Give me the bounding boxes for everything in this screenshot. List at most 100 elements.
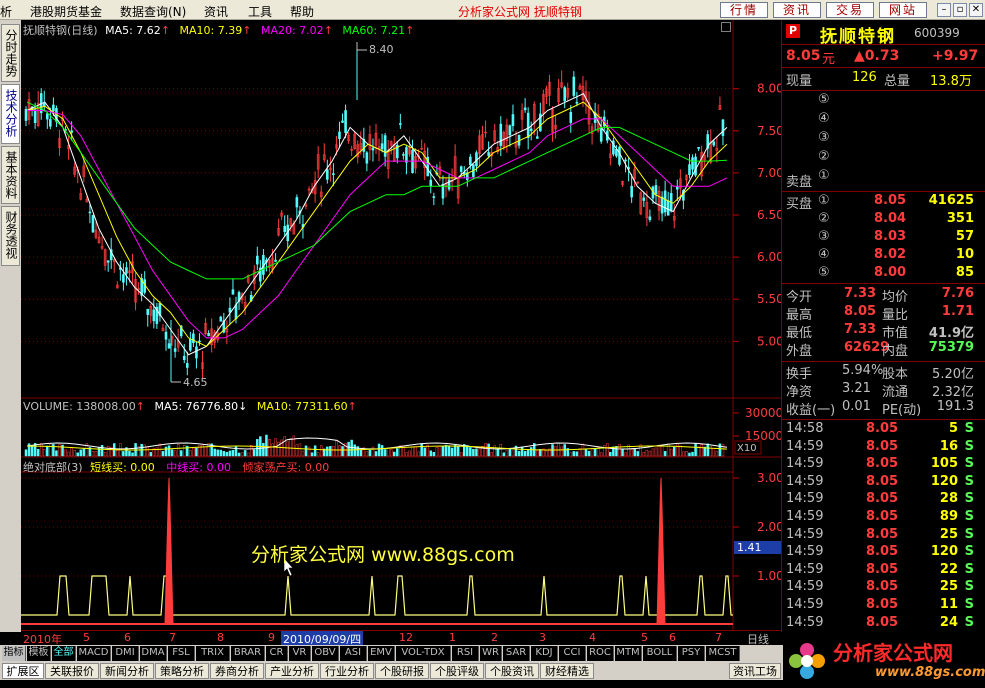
- volume-bar: [587, 450, 591, 457]
- tick-row: 14:59 8.05 120 S: [782, 474, 985, 492]
- quote-button[interactable]: 行情: [720, 2, 768, 18]
- volume-bar: [417, 451, 420, 457]
- indicator-tab[interactable]: SAR: [503, 646, 530, 661]
- tick-row: 14:59 8.05 22 S: [782, 562, 985, 580]
- indicator-tab[interactable]: CCI: [559, 646, 586, 661]
- tick-volume: 5: [948, 421, 958, 436]
- info-workshop-tab[interactable]: 资讯工场: [729, 663, 781, 679]
- menu-item-help[interactable]: 帮助: [290, 3, 314, 20]
- bottom-tab[interactable]: 个股资讯: [485, 663, 539, 679]
- bottom-tab[interactable]: 财经精选: [540, 663, 594, 679]
- indicator-tab[interactable]: WR: [480, 646, 502, 661]
- tick-price: 8.05: [866, 421, 899, 436]
- indicator-tab[interactable]: DMA: [140, 646, 167, 661]
- volume-bar: [636, 451, 639, 457]
- tick-side: S: [964, 614, 974, 630]
- indicator-tab[interactable]: 指标: [2, 646, 26, 661]
- candle-body: [572, 76, 576, 96]
- tick-row: 14:59 8.05 89 S: [782, 509, 985, 527]
- ma60-up-arrow: ↑: [405, 24, 415, 37]
- volume-bar: [377, 443, 381, 457]
- indicator-tab[interactable]: 全部: [52, 646, 76, 661]
- indicator-tab[interactable]: CR: [266, 646, 288, 661]
- candle-body: [402, 154, 405, 156]
- indicator-tab[interactable]: MTM: [615, 646, 642, 661]
- indicator-tab[interactable]: PSY: [678, 646, 705, 661]
- stat-row: 外盘 62629 内盘 75379: [782, 340, 985, 359]
- candle-body: [164, 331, 168, 340]
- menu-item-analysis[interactable]: 析: [0, 3, 12, 20]
- indicator-tab[interactable]: VOL-TDX: [396, 646, 451, 661]
- ma20-up-arrow: ↑: [323, 24, 333, 37]
- close-icon[interactable]: ✕: [969, 3, 983, 17]
- bottom-tab[interactable]: 行业分析: [320, 663, 374, 679]
- indicator-tab[interactable]: TRIX: [196, 646, 230, 661]
- volume-bar: [529, 447, 533, 457]
- bottom-tab[interactable]: 关联报价: [45, 663, 99, 679]
- now-vol: 126: [852, 70, 877, 85]
- menu-item-tools[interactable]: 工具: [248, 3, 272, 20]
- news-button[interactable]: 资讯: [773, 2, 821, 18]
- indicator-short-buy: 短线买: 0.00: [90, 461, 155, 474]
- indicator-tab[interactable]: ROC: [587, 646, 614, 661]
- minimize-icon[interactable]: –: [937, 3, 951, 17]
- candle-body: [256, 255, 259, 265]
- menu-item-hk-futures[interactable]: 港股期货基金: [30, 3, 102, 20]
- volume-bar: [243, 450, 247, 457]
- indicator-tab[interactable]: MACD: [77, 646, 111, 661]
- chart-area[interactable]: 8.00 7.50 7.00 6.50 6.00 5.50 5.00 30000 15000 3.…: [21, 20, 781, 632]
- buy-label: 买盘: [786, 197, 813, 212]
- chart-options-icon[interactable]: [721, 22, 731, 32]
- bottom-tab[interactable]: 个股评级: [430, 663, 484, 679]
- date-3: 3: [539, 631, 546, 644]
- restore-icon[interactable]: ▫: [953, 3, 967, 17]
- volume-bar: [511, 450, 515, 457]
- website-button[interactable]: 网站: [879, 2, 927, 18]
- indicator-value-text: 1.41: [737, 541, 762, 554]
- site-logo: 分析家公式网 www.88gs.com: [783, 633, 985, 688]
- tab-technical-label: 技术分析: [4, 89, 18, 137]
- bottom-tab[interactable]: 产业分析: [265, 663, 319, 679]
- ma-line-ma60: [26, 101, 728, 280]
- bottom-tab[interactable]: 策略分析: [155, 663, 209, 679]
- tab-technical[interactable]: 技术分析: [1, 84, 20, 144]
- indicator-tab[interactable]: EMV: [368, 646, 395, 661]
- stat-label: 最低: [786, 326, 813, 341]
- volume-bar: [456, 446, 460, 457]
- indicator-tab[interactable]: KDJ: [531, 646, 558, 661]
- indicator-name: 绝对底部(3): [23, 461, 83, 474]
- volume-bar: [368, 449, 372, 457]
- tab-financials[interactable]: 财务透视: [1, 206, 20, 266]
- menu-item-news[interactable]: 资讯: [204, 3, 228, 20]
- bottom-tab[interactable]: 个股研报: [375, 663, 429, 679]
- menu-item-data-query[interactable]: 数据查询(N): [120, 3, 186, 20]
- indicator-tab[interactable]: BRAR: [231, 646, 265, 661]
- indicator-tab[interactable]: BOLL: [643, 646, 677, 661]
- volume-bar: [676, 443, 679, 457]
- bottom-tab[interactable]: 新闻分析: [100, 663, 154, 679]
- indicator-tab[interactable]: MCST: [706, 646, 740, 661]
- indicator-tab[interactable]: FSL: [168, 646, 195, 661]
- bottom-tab[interactable]: 扩展区: [2, 663, 44, 679]
- indicator-tab[interactable]: ASI: [340, 646, 367, 661]
- trade-button[interactable]: 交易: [826, 2, 874, 18]
- indicator-tab[interactable]: RSI: [452, 646, 479, 661]
- candle-body: [207, 332, 210, 337]
- indicator-tab[interactable]: DMI: [112, 646, 139, 661]
- tick-list[interactable]: 14:58 8.05 5 S 14:59 8.05 16 S 14:59 8.05 105 S 14:5…: [782, 421, 985, 631]
- indicator-tab[interactable]: 模板: [27, 646, 51, 661]
- date-5: 5: [83, 631, 90, 644]
- tab-fundamentals[interactable]: 基本资料: [1, 146, 20, 204]
- volume-bar: [161, 451, 165, 457]
- indicator-tab[interactable]: VR: [289, 646, 311, 661]
- volume-bar: [508, 447, 512, 457]
- volume-bar: [414, 446, 417, 457]
- tab-intraday[interactable]: 分时走势: [1, 24, 20, 82]
- ma10-value: MA10: 7.39: [179, 24, 243, 37]
- indicator-tab[interactable]: OBV: [312, 646, 339, 661]
- candle-body: [106, 260, 110, 263]
- tick-time: 14:59: [786, 491, 824, 507]
- bottom-tab[interactable]: 券商分析: [210, 663, 264, 679]
- tick-volume: 28: [939, 491, 958, 507]
- price-change-pct: +9.97: [932, 48, 979, 64]
